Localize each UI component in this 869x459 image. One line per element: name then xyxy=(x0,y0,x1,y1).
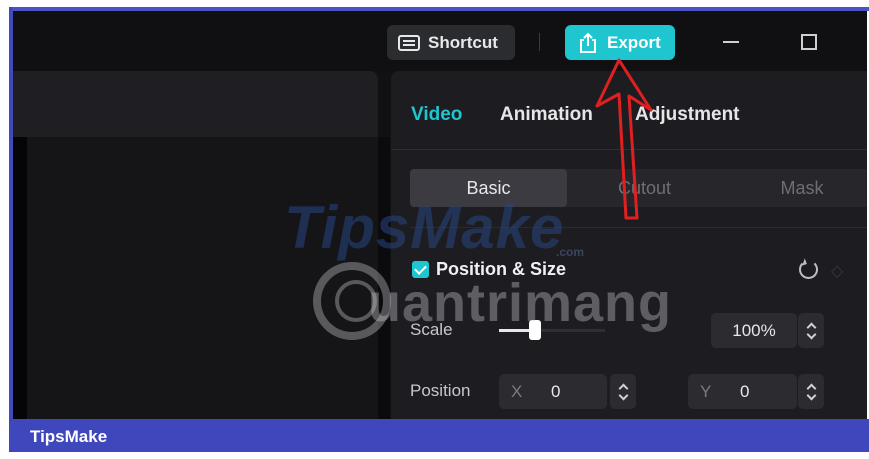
shortcut-label: Shortcut xyxy=(428,32,498,52)
position-x-stepper[interactable] xyxy=(610,374,636,409)
tab-video[interactable]: Video xyxy=(411,104,462,126)
scale-stepper[interactable] xyxy=(798,313,824,348)
footer-bar: TipsMake xyxy=(9,419,869,452)
x-axis-label: X xyxy=(511,381,523,401)
keyboard-icon xyxy=(398,34,420,51)
chevron-down-icon xyxy=(806,390,816,400)
tab-adjustment[interactable]: Adjustment xyxy=(635,104,740,126)
frame-left-border xyxy=(9,7,13,452)
chevron-down-icon xyxy=(618,390,628,400)
scale-value: 100% xyxy=(732,320,776,340)
quantrimang-watermark: uantrimang xyxy=(368,273,673,333)
minimize-icon[interactable] xyxy=(723,41,739,43)
export-label: Export xyxy=(607,32,661,52)
shortcut-button[interactable]: Shortcut xyxy=(387,25,515,60)
y-axis-label: Y xyxy=(700,381,712,401)
tipsmake-watermark-suffix: .com xyxy=(556,245,585,259)
position-x-field[interactable]: X 0 xyxy=(499,374,607,409)
position-y-stepper[interactable] xyxy=(798,374,824,409)
tipsmake-watermark: TipsMake xyxy=(284,194,565,261)
chevron-down-icon xyxy=(806,329,816,339)
export-icon xyxy=(580,32,596,53)
titlebar-separator xyxy=(539,33,540,51)
position-label: Position xyxy=(410,381,471,400)
position-y-field[interactable]: Y 0 xyxy=(688,374,797,409)
player-left-edge xyxy=(13,137,27,419)
position-x-value: 0 xyxy=(551,381,561,401)
keyframe-icon[interactable]: ◇ xyxy=(831,261,843,281)
tab-animation[interactable]: Animation xyxy=(500,104,593,126)
player-header xyxy=(13,71,378,137)
maximize-icon[interactable] xyxy=(801,34,817,50)
title-bar: Shortcut Export xyxy=(13,11,869,71)
position-y-value: 0 xyxy=(740,381,750,401)
screenshot-frame: Shortcut Export Video Animation Adjustme… xyxy=(0,0,869,459)
subtab-cutout[interactable]: Cutout xyxy=(567,169,722,207)
scale-value-field[interactable]: 100% xyxy=(711,313,797,348)
footer-label: TipsMake xyxy=(30,427,108,446)
export-button[interactable]: Export xyxy=(565,25,675,60)
subtab-mask[interactable]: Mask xyxy=(722,169,869,207)
tabs-divider xyxy=(391,149,869,150)
reset-icon[interactable] xyxy=(799,260,818,279)
